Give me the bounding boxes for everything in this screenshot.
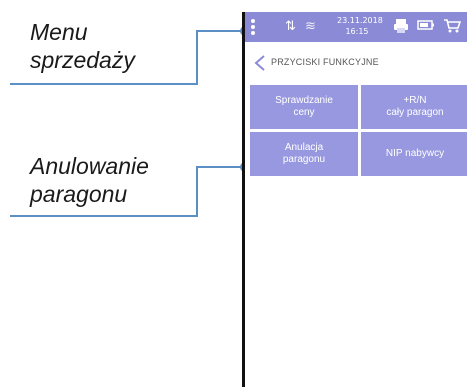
callout-anul-line2: paragonu: [30, 181, 128, 207]
status-datetime: 23.11.2018 16:15: [337, 15, 383, 37]
wifi-icon: ≋: [305, 19, 316, 34]
battery-icon: [417, 18, 435, 38]
cancel-receipt-label-2: paragonu: [282, 154, 326, 165]
buyer-nip-button[interactable]: NIP nabywcy: [361, 132, 467, 176]
callout-menu-underline: [10, 83, 197, 85]
cancel-receipt-button[interactable]: Anulacja paragonu: [250, 132, 358, 176]
callout-menu-line2: sprzedaży: [30, 47, 135, 73]
device-screen: ⇅ ≋ 23.11.2018 16:15 PRZYCISKI FUNKCYJNE…: [242, 12, 467, 387]
status-bar: ⇅ ≋ 23.11.2018 16:15: [245, 12, 467, 42]
callout-anul-line1: Anulowanie: [30, 153, 149, 179]
printer-icon: [393, 18, 409, 40]
back-arrow-icon[interactable]: [253, 54, 267, 72]
rn-label-1: +R/N: [403, 95, 427, 106]
callout-menu-vertical: [196, 30, 198, 85]
cart-icon[interactable]: [443, 18, 462, 40]
rn-whole-receipt-button[interactable]: +R/N cały paragon: [361, 85, 467, 129]
callout-menu-sprzedazy: Menu sprzedaży: [30, 18, 135, 74]
menu-dots-icon[interactable]: [251, 19, 255, 35]
callout-anul-vertical: [196, 166, 198, 217]
check-price-button[interactable]: Sprawdzanie ceny: [250, 85, 358, 129]
callout-anul-connector: [196, 166, 246, 168]
callout-anulowanie-paragonu: Anulowanie paragonu: [30, 152, 149, 208]
callout-menu-connector: [196, 30, 246, 32]
page-title: PRZYCISKI FUNKCYJNE: [271, 57, 379, 67]
screen-header: PRZYCISKI FUNKCYJNE: [245, 42, 467, 84]
cancel-receipt-label-1: Anulacja: [284, 142, 324, 153]
callout-anul-underline: [10, 215, 197, 217]
callout-menu-line1: Menu: [30, 19, 88, 45]
status-date: 23.11.2018: [337, 16, 383, 25]
status-time: 16:15: [345, 27, 369, 36]
signal-icon: ⇅: [285, 19, 296, 34]
buyer-nip-label: NIP nabywcy: [385, 148, 445, 159]
check-price-label-2: ceny: [293, 107, 315, 118]
check-price-label-1: Sprawdzanie: [275, 95, 333, 106]
rn-label-2: cały paragon: [386, 107, 444, 118]
